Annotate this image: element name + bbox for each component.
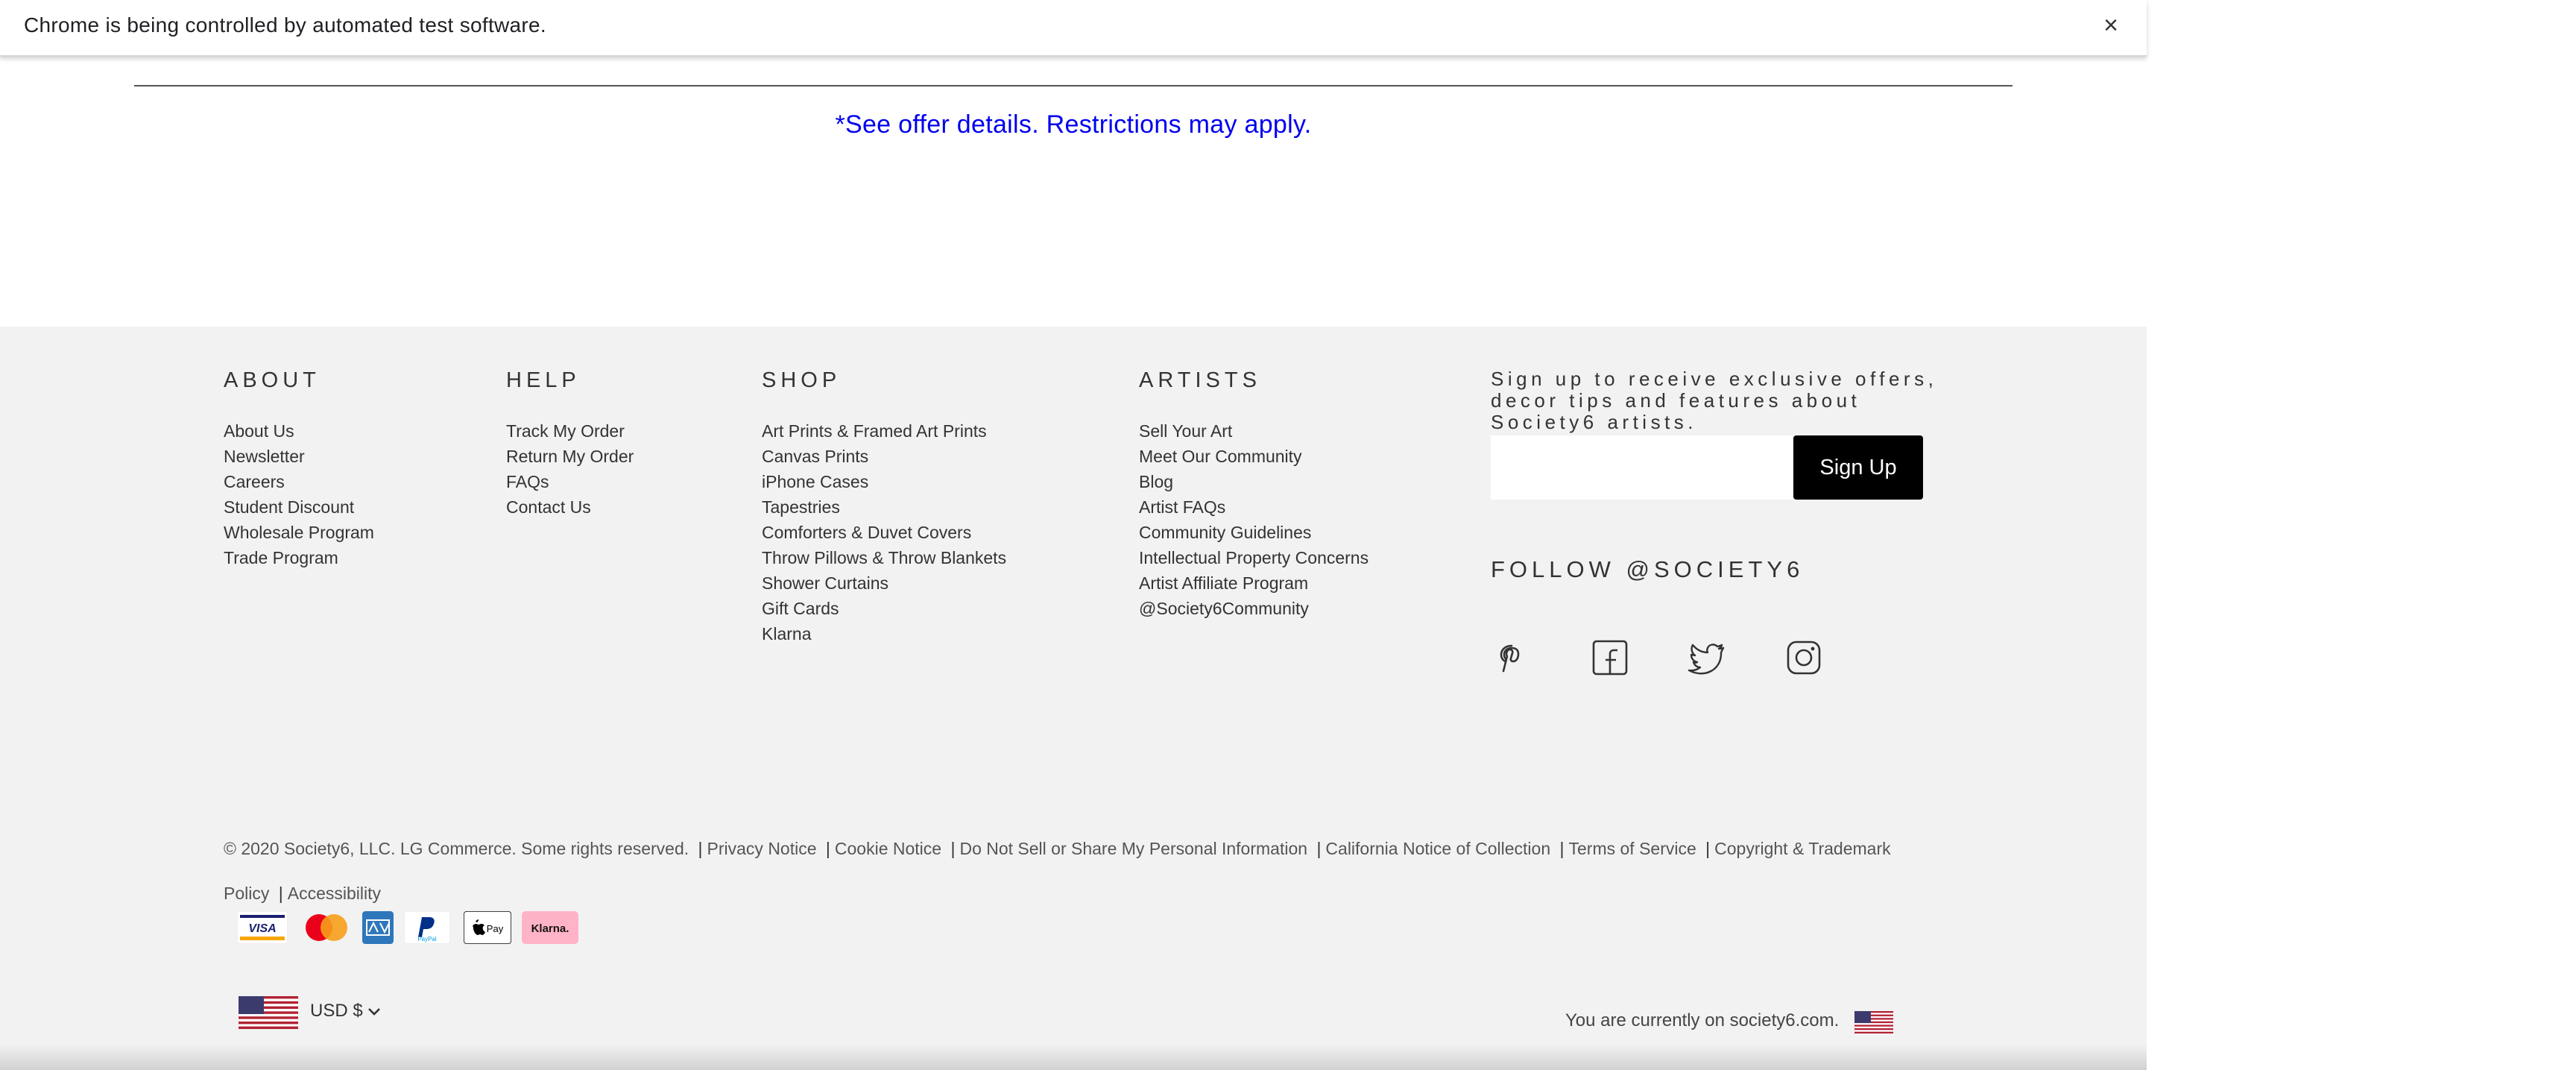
footer-link-faqs[interactable]: FAQs (506, 469, 634, 494)
footer-about-list: About Us Newsletter Careers Student Disc… (224, 418, 374, 570)
instagram-icon[interactable] (1781, 635, 1826, 680)
automation-infobar: Chrome is being controlled by automated … (0, 0, 2147, 57)
currency-selector[interactable]: USD $ (310, 1001, 381, 1022)
follow-heading: FOLLOW @SOCIETY6 (1491, 556, 1805, 582)
copyright-text: © 2020 Society6, LLC. LG Commerce. Some … (224, 839, 689, 858)
section-divider (134, 85, 2012, 86)
currency-label: USD $ (310, 1001, 363, 1021)
footer-link-art-prints[interactable]: Art Prints & Framed Art Prints (762, 418, 1006, 444)
footer-link-about-us[interactable]: About Us (224, 418, 374, 444)
paypal-logo: PayPal (404, 911, 450, 944)
footer-link-throw-pillows[interactable]: Throw Pillows & Throw Blankets (762, 545, 1006, 570)
terms-of-service-link[interactable]: Terms of Service (1569, 839, 1696, 858)
close-icon[interactable]: × (2096, 10, 2126, 40)
svg-text:VISA: VISA (248, 922, 276, 935)
us-flag-small-icon (1854, 1011, 1893, 1033)
footer-link-comforters[interactable]: Comforters & Duvet Covers (762, 520, 1006, 545)
footer-link-klarna[interactable]: Klarna (762, 621, 1006, 646)
footer-help-title: HELP (506, 368, 581, 392)
footer-link-artist-faqs[interactable]: Artist FAQs (1139, 494, 1368, 520)
footer-artists-list: Sell Your Art Meet Our Community Blog Ar… (1139, 418, 1368, 621)
do-not-sell-link[interactable]: Do Not Sell or Share My Personal Informa… (959, 839, 1307, 858)
twitter-icon[interactable] (1685, 635, 1729, 680)
signup-button[interactable]: Sign Up (1793, 435, 1923, 500)
cookie-notice-link[interactable]: Cookie Notice (835, 839, 941, 858)
email-signup-input[interactable] (1491, 435, 1793, 500)
klarna-logo: Klarna. (522, 911, 578, 944)
footer-link-affiliate[interactable]: Artist Affiliate Program (1139, 570, 1368, 596)
footer-link-blog[interactable]: Blog (1139, 469, 1368, 494)
infobar-message: Chrome is being controlled by automated … (24, 13, 546, 37)
footer-link-iphone-cases[interactable]: iPhone Cases (762, 469, 1006, 494)
footer-shop-list: Art Prints & Framed Art Prints Canvas Pr… (762, 418, 1006, 646)
pinterest-icon[interactable] (1491, 635, 1535, 680)
current-site-text: You are currently on society6.com. (1565, 1010, 1840, 1030)
footer-link-ip-concerns[interactable]: Intellectual Property Concerns (1139, 545, 1368, 570)
offer-details-link[interactable]: *See offer details. Restrictions may app… (0, 110, 2147, 139)
visa-logo: VISA (237, 911, 288, 944)
footer-link-community[interactable]: Meet Our Community (1139, 444, 1368, 469)
us-flag-icon[interactable] (239, 996, 298, 1029)
amex-logo (362, 911, 394, 944)
svg-text:Pay: Pay (487, 923, 504, 934)
footer-link-canvas-prints[interactable]: Canvas Prints (762, 444, 1006, 469)
apple-pay-logo: Pay (464, 911, 511, 944)
footer-help-list: Track My Order Return My Order FAQs Cont… (506, 418, 634, 520)
footer-link-gift-cards[interactable]: Gift Cards (762, 596, 1006, 621)
footer-link-guidelines[interactable]: Community Guidelines (1139, 520, 1368, 545)
bottom-shadow (0, 1044, 2147, 1070)
window-background (2147, 0, 2576, 1070)
footer-link-newsletter[interactable]: Newsletter (224, 444, 374, 469)
footer-link-track-order[interactable]: Track My Order (506, 418, 634, 444)
footer-artists-title: ARTISTS (1139, 368, 1261, 392)
california-notice-link[interactable]: California Notice of Collection (1325, 839, 1550, 858)
footer-link-careers[interactable]: Careers (224, 469, 374, 494)
facebook-icon[interactable] (1588, 635, 1632, 680)
svg-text:Klarna.: Klarna. (531, 922, 569, 935)
svg-text:PayPal: PayPal (417, 936, 437, 942)
footer-link-shower-curtains[interactable]: Shower Curtains (762, 570, 1006, 596)
footer-link-wholesale[interactable]: Wholesale Program (224, 520, 374, 545)
accessibility-link[interactable]: Accessibility (288, 884, 381, 903)
footer-about-title: ABOUT (224, 368, 321, 392)
footer-link-trade[interactable]: Trade Program (224, 545, 374, 570)
mastercard-logo (306, 914, 347, 941)
chevron-down-icon (368, 1007, 381, 1016)
legal-links: © 2020 Society6, LLC. LG Commerce. Some … (224, 839, 1891, 903)
footer-link-sell-art[interactable]: Sell Your Art (1139, 418, 1368, 444)
footer-link-return-order[interactable]: Return My Order (506, 444, 634, 469)
signup-description: Sign up to receive exclusive offers, dec… (1491, 368, 1938, 433)
privacy-notice-link[interactable]: Privacy Notice (707, 839, 817, 858)
footer-link-tapestries[interactable]: Tapestries (762, 494, 1006, 520)
footer-link-society6community[interactable]: @Society6Community (1139, 596, 1368, 621)
footer-link-contact[interactable]: Contact Us (506, 494, 634, 520)
footer-link-student-discount[interactable]: Student Discount (224, 494, 374, 520)
footer-shop-title: SHOP (762, 368, 842, 392)
